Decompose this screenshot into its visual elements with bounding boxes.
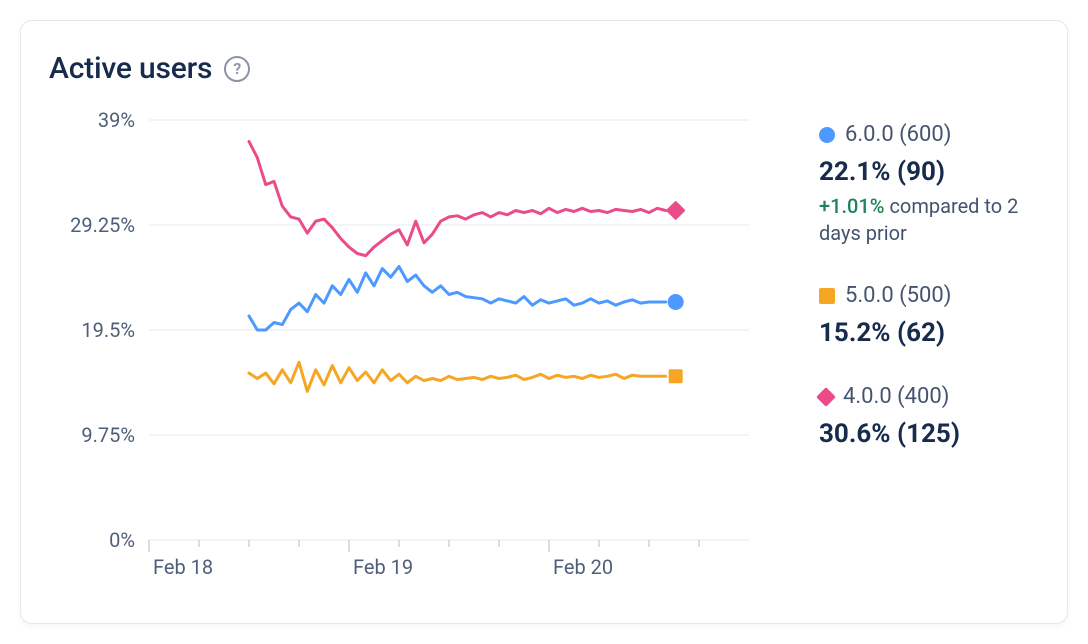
svg-text:39%: 39% <box>98 110 135 132</box>
card-body: 39%29.25%19.5%9.75%0%Feb 18Feb 19Feb 20 … <box>49 110 1039 590</box>
legend-delta: +1.01% compared to 2 days prior <box>819 193 1039 247</box>
legend-series-name: 4.0.0 (400) <box>843 384 949 409</box>
legend-value: 30.6% (125) <box>819 419 1039 449</box>
legend-series-name: 5.0.0 (500) <box>845 283 951 308</box>
chart-area: 39% 29.25% 19.5% 9.75% 0% Feb 18 Feb 19 Feb 20 <box>49 110 789 590</box>
legend-value: 22.1% (90) <box>819 157 1039 187</box>
legend-series-name: 6.0.0 (600) <box>845 122 951 147</box>
svg-text:0%: 0% <box>109 528 135 552</box>
legend-value: 15.2% (62) <box>819 318 1039 348</box>
chart-legend: 6.0.0 (600) 22.1% (90) +1.01% compared t… <box>799 110 1039 590</box>
legend-header: 6.0.0 (600) <box>819 122 1039 147</box>
svg-text:Feb 18: Feb 18 <box>153 555 213 579</box>
svg-text:Feb 19: Feb 19 <box>353 555 413 579</box>
legend-item[interactable]: 6.0.0 (600) 22.1% (90) +1.01% compared t… <box>819 122 1039 247</box>
circle-marker-icon <box>819 127 835 143</box>
card-title: Active users <box>49 51 212 86</box>
line-chart: 39% 29.25% 19.5% 9.75% 0% Feb 18 Feb 19 Feb 20 <box>49 110 789 590</box>
active-users-card: Active users ? 39% 29.25% 19.5% 9.75% 0% Feb … <box>20 20 1068 624</box>
legend-header: 5.0.0 (500) <box>819 283 1039 308</box>
legend-item[interactable]: 5.0.0 (500) 15.2% (62) <box>819 283 1039 348</box>
svg-text:19.5%: 19.5% <box>81 318 135 342</box>
diamond-marker-icon <box>816 387 836 407</box>
svg-text:9.75%: 9.75% <box>81 423 135 447</box>
card-header: Active users ? <box>49 51 1039 86</box>
svg-text:29.25%: 29.25% <box>70 213 135 237</box>
square-marker-icon <box>819 288 835 304</box>
legend-header: 4.0.0 (400) <box>819 384 1039 409</box>
help-icon[interactable]: ? <box>224 56 250 82</box>
legend-item[interactable]: 4.0.0 (400) 30.6% (125) <box>819 384 1039 449</box>
svg-text:Feb 20: Feb 20 <box>553 555 613 579</box>
